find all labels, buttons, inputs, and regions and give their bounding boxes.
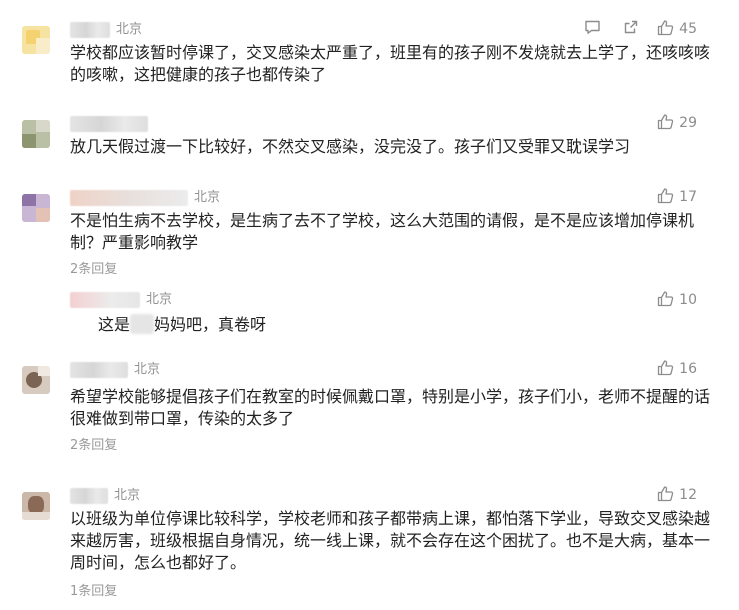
view-replies-link[interactable]: 2条回复 [70, 262, 117, 278]
location-label: 北京 [134, 362, 161, 377]
thumbs-up-icon[interactable] [657, 19, 674, 40]
sub-reply-actions: 10 [657, 290, 697, 310]
thumbs-up-icon[interactable] [657, 485, 674, 506]
nickname-blurred[interactable] [70, 488, 108, 504]
comment-actions: 29 [657, 113, 697, 133]
comment-meta: 北京 [70, 488, 140, 504]
comment-text: 希望学校能够提倡孩子们在教室的时候佩戴口罩，特别是小学，孩子们小，老师不提醒的话… [70, 387, 711, 428]
comment-meta: 北京 [70, 362, 160, 378]
like-count: 16 [679, 361, 697, 377]
nickname-blurred[interactable] [70, 292, 140, 308]
like-count: 12 [679, 487, 697, 503]
comment-actions: 45 [584, 19, 697, 39]
location-label: 北京 [146, 292, 173, 307]
share-icon[interactable] [623, 19, 639, 39]
comment-bubble-icon[interactable] [584, 19, 601, 39]
comment-item: 北京 16 希望学校能够提倡孩子们在教室的时候佩戴口罩，特别是小学，孩子们小，老… [0, 354, 739, 464]
view-replies-link[interactable]: 2条回复 [70, 438, 117, 454]
thumbs-up-icon[interactable] [657, 359, 674, 380]
nickname-blurred[interactable] [70, 116, 148, 132]
comment-item: 北京 17 不是怕生病不去学校，是生病了去不了学校，这么大范围的请假，是不是应该… [0, 182, 739, 342]
comment-text: 不是怕生病不去学校，是生病了去不了学校，这么大范围的请假，是不是应该增加停课机制… [70, 211, 695, 252]
comment-meta [70, 116, 148, 132]
like-count: 45 [679, 21, 697, 37]
view-replies-link[interactable]: 1条回复 [70, 584, 117, 600]
nickname-blurred[interactable] [70, 362, 128, 378]
comment-item: 北京 45 学校都应该暂时停课了，交叉感染太严重了，班里有的孩子刚不发烧就去上学… [0, 14, 739, 94]
avatar[interactable] [22, 26, 50, 54]
sub-reply-text: 这是 妈妈吧，真卷呀 [98, 314, 698, 336]
like-count: 17 [679, 189, 697, 205]
nickname-blurred[interactable] [70, 190, 188, 206]
comment-text: 学校都应该暂时停课了，交叉感染太严重了，班里有的孩子刚不发烧就去上学了，还咳咳咳… [70, 43, 711, 84]
comment-item: 北京 12 以班级为单位停课比较科学，学校老师和孩子都带病上课，都怕落下学业，导… [0, 480, 739, 610]
nickname-blurred[interactable] [70, 22, 110, 38]
avatar[interactable] [22, 120, 50, 148]
sub-reply-meta: 北京 [70, 292, 172, 308]
comment-actions: 12 [657, 485, 697, 505]
location-label: 北京 [116, 22, 143, 37]
location-label: 北京 [194, 190, 221, 205]
sub-reply-text-end: 妈妈吧，真卷呀 [154, 315, 267, 334]
thumbs-up-icon[interactable] [657, 290, 674, 311]
comment-meta: 北京 [70, 190, 220, 206]
like-count: 10 [679, 292, 697, 308]
comment-actions: 17 [657, 187, 697, 207]
comment-meta: 北京 [70, 22, 142, 38]
avatar[interactable] [22, 492, 50, 520]
location-label: 北京 [114, 488, 141, 503]
comment-text: 以班级为单位停课比较科学，学校老师和孩子都带病上课，都怕落下学业，导致交叉感染越… [70, 509, 711, 572]
comment-item: 29 放几天假过渡一下比较好，不然交叉感染，没完没了。孩子们又受罪又耽误学习 [0, 108, 739, 168]
avatar[interactable] [22, 194, 50, 222]
comment-text: 放几天假过渡一下比较好，不然交叉感染，没完没了。孩子们又受罪又耽误学习 [70, 137, 631, 156]
blurred-name-patch [130, 314, 155, 334]
thumbs-up-icon[interactable] [657, 187, 674, 208]
sub-reply-text-start: 这是 [98, 315, 131, 334]
like-count: 29 [679, 115, 697, 131]
comment-actions: 16 [657, 359, 697, 379]
avatar[interactable] [22, 366, 50, 394]
thumbs-up-icon[interactable] [657, 113, 674, 134]
sub-reply: 北京 10 这是 妈妈吧，真卷呀 [0, 290, 739, 340]
